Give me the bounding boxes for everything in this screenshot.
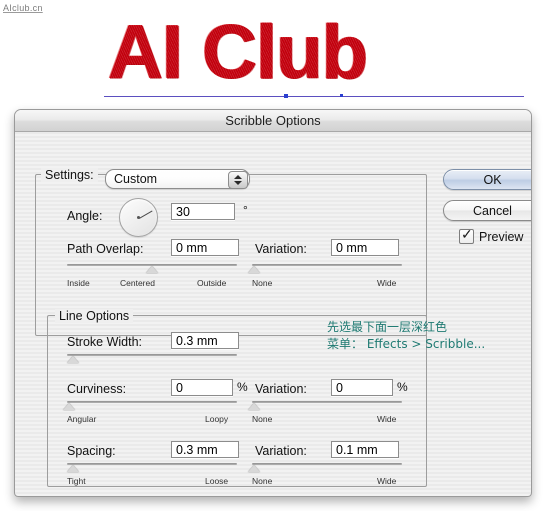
spacing-tick-loose: Loose xyxy=(205,476,229,486)
slider-thumb[interactable] xyxy=(248,465,260,472)
chevron-down-icon xyxy=(234,181,242,185)
cancel-button[interactable]: Cancel xyxy=(443,200,531,221)
curviness-input[interactable]: 0 xyxy=(171,379,233,396)
dialog-body: Settings: Custom Angle: 30 ° Path Overla… xyxy=(15,132,531,496)
spacing-variation-input[interactable]: 0.1 mm xyxy=(331,441,399,458)
angle-dial-control[interactable] xyxy=(119,198,158,237)
slider-track xyxy=(67,463,237,465)
dialog-titlebar: Scribble Options xyxy=(15,110,531,132)
curviness-variation-value: 0 xyxy=(336,380,343,395)
angle-dial-center xyxy=(137,216,140,219)
preview-label: Preview xyxy=(479,229,524,244)
spacing-variation-slider[interactable] xyxy=(248,463,402,475)
path-overlap-value: 0 mm xyxy=(176,240,208,255)
path-overlap-input[interactable]: 0 mm xyxy=(171,239,239,256)
slider-track xyxy=(252,401,402,403)
curviness-variation-unit-label: % xyxy=(397,380,408,394)
spacing-input[interactable]: 0.3 mm xyxy=(171,441,239,458)
slider-track xyxy=(252,463,402,465)
annotation-line-1: 先选最下面一层深红色 xyxy=(327,320,448,334)
line-options-group-label: Line Options xyxy=(55,309,134,323)
spacing-slider[interactable] xyxy=(67,463,237,475)
spacing-value: 0.3 mm xyxy=(176,442,218,457)
curviness-label: Curviness: xyxy=(67,382,127,396)
angle-unit-label: ° xyxy=(243,203,248,217)
curviness-slider[interactable] xyxy=(63,401,237,413)
curviness-value: 0 xyxy=(176,380,183,395)
scribble-options-dialog: Scribble Options Settings: Custom Angle:… xyxy=(14,109,532,497)
angle-label: Angle: xyxy=(67,209,103,223)
curviness-variation-tick-wide: Wide xyxy=(377,414,397,424)
spacing-variation-tick-wide: Wide xyxy=(377,476,397,486)
scribbled-artwork-text: AI Club xyxy=(108,10,368,95)
selection-path-line xyxy=(104,96,524,97)
spacing-variation-label: Variation: xyxy=(255,444,307,458)
angle-input-value: 30 xyxy=(176,204,190,219)
site-watermark: AIclub.cn xyxy=(3,3,43,13)
stroke-width-slider[interactable] xyxy=(67,354,237,366)
slider-thumb[interactable] xyxy=(67,465,79,472)
illustrator-artboard: AI Club xyxy=(0,0,544,110)
curviness-variation-label: Variation: xyxy=(255,382,307,396)
slider-thumb[interactable] xyxy=(248,403,260,410)
spacing-variation-value: 0.1 mm xyxy=(336,442,378,457)
path-overlap-tick-centered: Centered xyxy=(120,278,155,288)
annotation-line-2: 菜单： Effects > Scribble... xyxy=(327,337,486,351)
path-overlap-variation-label: Variation: xyxy=(255,242,307,256)
settings-dropdown[interactable]: Custom xyxy=(105,169,250,189)
curviness-variation-slider[interactable] xyxy=(248,401,402,413)
stroke-width-label: Stroke Width: xyxy=(67,335,143,349)
stroke-width-value: 0.3 mm xyxy=(176,333,218,348)
cancel-button-label: Cancel xyxy=(473,203,512,218)
path-overlap-variation-input[interactable]: 0 mm xyxy=(331,239,399,256)
ok-button-label: OK xyxy=(483,172,502,187)
dialog-title: Scribble Options xyxy=(225,113,321,128)
path-anchor-point xyxy=(340,94,343,97)
curviness-variation-tick-none: None xyxy=(252,414,273,424)
path-overlap-label: Path Overlap: xyxy=(67,242,144,256)
preview-checkbox[interactable]: ✓ xyxy=(459,226,474,244)
spacing-tick-tight: Tight xyxy=(67,476,86,486)
path-overlap-tick-inside: Inside xyxy=(67,278,90,288)
angle-input[interactable]: 30 xyxy=(171,203,235,220)
ok-button[interactable]: OK xyxy=(443,169,531,190)
checkmark-icon: ✓ xyxy=(461,226,473,242)
path-anchor-point xyxy=(284,94,288,98)
path-overlap-variation-slider[interactable] xyxy=(248,264,402,276)
spacing-variation-tick-none: None xyxy=(252,476,273,486)
slider-thumb[interactable] xyxy=(146,266,158,273)
slider-track xyxy=(67,401,237,403)
slider-thumb[interactable] xyxy=(63,403,75,410)
path-overlap-variation-tick-none: None xyxy=(252,278,273,288)
path-overlap-tick-outside: Outside xyxy=(197,278,227,288)
stroke-width-input[interactable]: 0.3 mm xyxy=(171,332,239,349)
settings-group-label: Settings: xyxy=(41,168,98,182)
settings-dropdown-value: Custom xyxy=(114,172,158,186)
chevron-up-icon xyxy=(234,175,242,179)
path-overlap-slider[interactable] xyxy=(67,264,237,276)
slider-thumb[interactable] xyxy=(248,266,260,273)
curviness-tick-angular: Angular xyxy=(67,414,97,424)
curviness-variation-input[interactable]: 0 xyxy=(331,379,393,396)
annotation-note: 先选最下面一层深红色 菜单： Effects > Scribble... xyxy=(327,319,485,353)
path-overlap-variation-tick-wide: Wide xyxy=(377,278,397,288)
chevron-updown-icon[interactable] xyxy=(228,171,248,189)
curviness-unit-label: % xyxy=(237,380,248,394)
path-overlap-variation-value: 0 mm xyxy=(336,240,368,255)
angle-dial-needle xyxy=(138,210,152,219)
curviness-tick-loopy: Loopy xyxy=(205,414,229,424)
slider-track xyxy=(67,354,237,356)
preview-checkbox-row[interactable]: ✓ Preview xyxy=(459,226,524,244)
slider-track xyxy=(252,264,402,266)
slider-thumb[interactable] xyxy=(67,356,79,363)
spacing-label: Spacing: xyxy=(67,444,116,458)
